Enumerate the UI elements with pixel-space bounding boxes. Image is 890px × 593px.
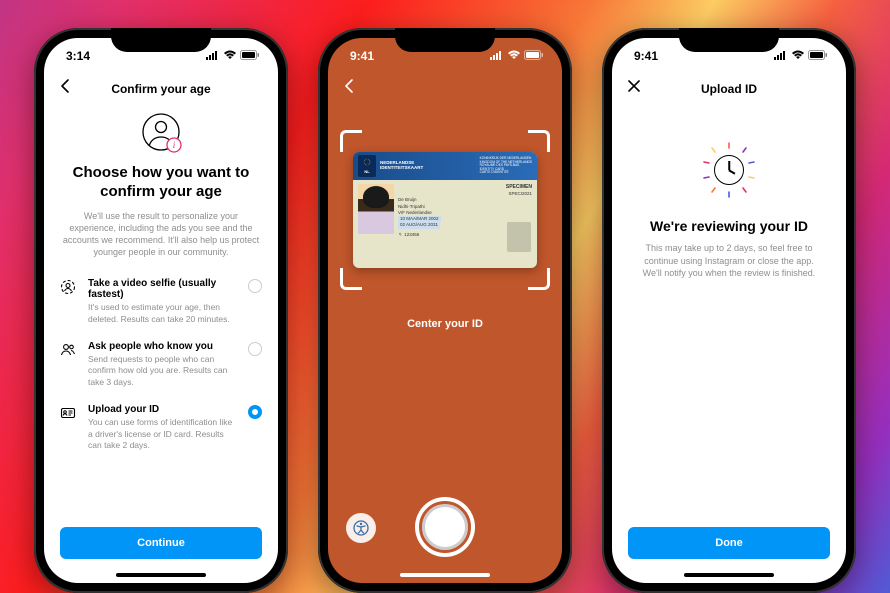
option-ask-people[interactable]: Ask people who know you Send requests to… <box>60 335 262 398</box>
phone-reviewing: 9:41 Upload ID <box>602 28 856 593</box>
option-desc: You can use forms of identification like… <box>88 417 238 451</box>
scan-corner-icon <box>340 130 362 152</box>
nav-bar: Confirm your age <box>44 74 278 104</box>
scan-frame: NL NEDERLANDSE IDENTITEITSKAART KONINKRI… <box>340 130 550 290</box>
id-photo <box>358 184 394 234</box>
cellular-signal-icon <box>206 49 220 63</box>
scan-instruction: Center your ID <box>328 318 562 330</box>
id-card-icon <box>60 404 78 426</box>
id-specimen: SPECIMEN <box>398 184 532 191</box>
status-time: 3:14 <box>66 49 112 63</box>
phone-scan-id: 9:41 NL <box>318 28 572 593</box>
phone-notch <box>111 28 211 52</box>
option-desc: It's used to estimate your age, then del… <box>88 302 238 325</box>
accessibility-button[interactable] <box>346 513 376 543</box>
battery-icon <box>524 49 544 63</box>
cellular-signal-icon <box>490 49 504 63</box>
wifi-icon <box>223 49 237 63</box>
radio-selected[interactable] <box>248 405 262 419</box>
radio-unselected[interactable] <box>248 279 262 293</box>
status-time: 9:41 <box>634 49 680 63</box>
shutter-button[interactable] <box>419 501 471 553</box>
eu-flag-icon: NL <box>358 155 376 177</box>
phone-notch <box>395 28 495 52</box>
review-heading: We're reviewing your ID <box>628 218 830 234</box>
nav-title: Upload ID <box>701 82 757 96</box>
clock-review-icon <box>699 140 759 200</box>
battery-icon <box>240 49 260 63</box>
nav-title: Confirm your age <box>111 82 210 96</box>
nav-bar <box>328 74 562 100</box>
id-card-preview: NL NEDERLANDSE IDENTITEITSKAART KONINKRI… <box>353 152 537 268</box>
option-title: Upload your ID <box>88 404 238 415</box>
home-indicator[interactable] <box>116 573 206 577</box>
review-subtext: This may take up to 2 days, so feel free… <box>628 242 830 280</box>
id-expiry: 02 AUG/AUG 2031 <box>398 222 440 228</box>
back-icon[interactable] <box>58 78 74 99</box>
phone-confirm-age: 3:14 Confirm your age i Choose how <box>34 28 288 593</box>
home-indicator[interactable] <box>400 573 490 577</box>
home-indicator[interactable] <box>684 573 774 577</box>
profile-info-icon: i <box>139 110 183 154</box>
selfie-icon <box>60 278 78 300</box>
option-title: Ask people who know you <box>88 341 238 352</box>
option-desc: Send requests to people who can confirm … <box>88 354 238 388</box>
done-button[interactable]: Done <box>628 527 830 559</box>
battery-icon <box>808 49 828 63</box>
scan-corner-icon <box>528 268 550 290</box>
wifi-icon <box>791 49 805 63</box>
page-subtext: We'll use the result to personalize your… <box>60 210 262 259</box>
option-video-selfie[interactable]: Take a video selfie (usually fastest) It… <box>60 272 262 335</box>
id-number: 123456 <box>404 232 419 237</box>
page-heading: Choose how you want to confirm your age <box>60 164 262 202</box>
status-time: 9:41 <box>350 49 396 63</box>
scan-corner-icon <box>340 268 362 290</box>
radio-unselected[interactable] <box>248 342 262 356</box>
option-title: Take a video selfie (usually fastest) <box>88 278 238 300</box>
phone-notch <box>679 28 779 52</box>
close-icon[interactable] <box>626 78 642 99</box>
wifi-icon <box>507 49 521 63</box>
continue-button[interactable]: Continue <box>60 527 262 559</box>
id-doc-type: IDENTITEITSKAART <box>380 166 423 171</box>
scan-corner-icon <box>528 130 550 152</box>
nav-bar: Upload ID <box>612 74 846 104</box>
back-icon[interactable] <box>342 78 358 99</box>
people-icon <box>60 341 78 363</box>
option-upload-id[interactable]: Upload your ID You can use forms of iden… <box>60 398 262 461</box>
id-card-type2: CARTE D'IDENTITÉ <box>480 171 532 175</box>
id-ghost-photo <box>507 222 531 252</box>
cellular-signal-icon <box>774 49 788 63</box>
